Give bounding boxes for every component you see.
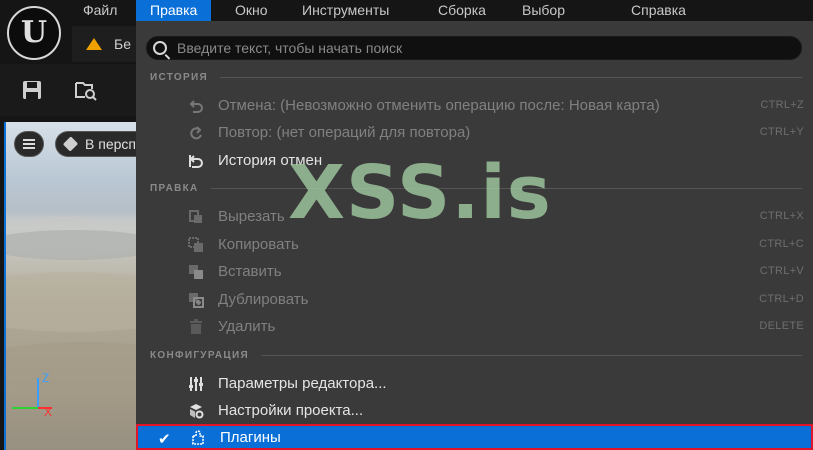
shortcut-label: CTRL+D bbox=[759, 293, 804, 305]
cut-icon bbox=[189, 210, 202, 223]
document-tab-strip: Бе bbox=[72, 26, 142, 62]
menu-item-label: Вставить bbox=[218, 263, 282, 280]
section-divider bbox=[210, 187, 802, 189]
menu-build[interactable]: Сборка bbox=[424, 0, 500, 21]
menu-tools[interactable]: Инструменты bbox=[288, 0, 403, 21]
menu-bar: Файл Правка Окно Инструменты Сборка Выбо… bbox=[0, 0, 813, 21]
level-warning-icon bbox=[86, 38, 102, 50]
shortcut-label: DELETE bbox=[759, 320, 804, 332]
section-history-title: ИСТОРИЯ bbox=[150, 71, 208, 83]
menu-item-label: Копировать bbox=[218, 236, 299, 253]
gizmo-z-label: Z bbox=[42, 371, 49, 385]
content-browser-icon[interactable] bbox=[74, 78, 98, 102]
search-icon bbox=[153, 41, 167, 55]
menu-item-cut[interactable]: Вырезать CTRL+X bbox=[136, 203, 813, 230]
menu-item-label: Повтор: (нет операций для повтора) bbox=[218, 124, 471, 141]
sliders-icon bbox=[189, 377, 203, 391]
axis-gizmo: Z X bbox=[12, 371, 52, 418]
viewport-focus-border bbox=[4, 122, 6, 450]
undo-history-icon bbox=[189, 155, 203, 168]
unreal-logo[interactable]: U bbox=[7, 6, 61, 60]
section-edit: ПРАВКА bbox=[150, 181, 802, 195]
duplicate-icon bbox=[189, 293, 204, 308]
save-icon[interactable] bbox=[20, 78, 44, 102]
menu-edit[interactable]: Правка bbox=[136, 0, 212, 21]
menu-item-undo[interactable]: Отмена: (Невозможно отменить операцию по… bbox=[136, 92, 813, 119]
menu-item-paste[interactable]: Вставить CTRL+V bbox=[136, 258, 813, 285]
cube-icon bbox=[62, 136, 79, 152]
section-divider bbox=[219, 76, 802, 78]
copy-icon bbox=[188, 237, 203, 252]
plugin-icon bbox=[192, 430, 204, 445]
shortcut-label: CTRL+Z bbox=[760, 99, 804, 111]
menu-item-redo[interactable]: Повтор: (нет операций для повтора) CTRL+… bbox=[136, 119, 813, 146]
trash-icon bbox=[190, 319, 202, 334]
hamburger-icon bbox=[23, 139, 35, 149]
undo-icon bbox=[189, 100, 203, 113]
menu-item-delete[interactable]: Удалить DELETE bbox=[136, 313, 813, 340]
menu-select[interactable]: Выбор bbox=[508, 0, 579, 21]
level-tab-label: Бе bbox=[114, 36, 131, 52]
checkmark-icon: ✔ bbox=[158, 431, 171, 448]
perspective-button[interactable]: В персп bbox=[55, 131, 136, 157]
menu-item-project-settings[interactable]: Настройки проекта... bbox=[136, 397, 813, 424]
menu-item-label: Отмена: (Невозможно отменить операцию по… bbox=[218, 97, 660, 114]
section-config: КОНФИГУРАЦИЯ bbox=[150, 348, 802, 362]
shortcut-label: CTRL+X bbox=[759, 210, 804, 222]
edit-menu-dropdown: ИСТОРИЯ Отмена: (Невозможно отменить опе… bbox=[136, 21, 813, 450]
shortcut-label: CTRL+C bbox=[759, 238, 804, 250]
logo-letter: U bbox=[20, 15, 48, 50]
menu-item-plugins[interactable]: ✔ Плагины bbox=[136, 424, 813, 450]
menu-item-label: Параметры редактора... bbox=[218, 375, 387, 392]
menu-search-input[interactable] bbox=[177, 38, 787, 58]
main-toolbar bbox=[0, 64, 136, 116]
menu-item-label: Вырезать bbox=[218, 208, 285, 225]
section-config-title: КОНФИГУРАЦИЯ bbox=[150, 349, 250, 361]
shortcut-label: CTRL+Y bbox=[759, 126, 804, 138]
level-tab[interactable]: Бе bbox=[86, 32, 131, 56]
menu-item-label: История отмен bbox=[218, 152, 323, 169]
section-edit-title: ПРАВКА bbox=[150, 182, 199, 194]
project-settings-icon bbox=[190, 404, 204, 419]
section-divider bbox=[261, 354, 802, 356]
menu-search-box[interactable] bbox=[146, 36, 802, 60]
menu-item-label: Настройки проекта... bbox=[218, 402, 364, 419]
menu-item-duplicate[interactable]: Дублировать CTRL+D bbox=[136, 286, 813, 313]
menu-item-undo-history[interactable]: История отмен bbox=[136, 147, 813, 174]
redo-icon bbox=[190, 126, 202, 140]
paste-icon bbox=[189, 265, 203, 279]
gizmo-x-label: X bbox=[44, 405, 52, 418]
menu-item-copy[interactable]: Копировать CTRL+C bbox=[136, 231, 813, 258]
menu-item-editor-preferences[interactable]: Параметры редактора... bbox=[136, 370, 813, 397]
section-history: ИСТОРИЯ bbox=[150, 70, 802, 84]
menu-window[interactable]: Окно bbox=[221, 0, 282, 21]
perspective-label: В персп bbox=[85, 136, 136, 152]
viewport-options-button[interactable] bbox=[14, 131, 44, 157]
menu-file[interactable]: Файл bbox=[69, 0, 131, 21]
menu-help[interactable]: Справка bbox=[617, 0, 700, 21]
shortcut-label: CTRL+V bbox=[759, 265, 804, 277]
menu-item-label: Удалить bbox=[218, 318, 276, 335]
menu-item-label: Дублировать bbox=[218, 291, 309, 308]
menu-item-label: Плагины bbox=[220, 429, 281, 446]
